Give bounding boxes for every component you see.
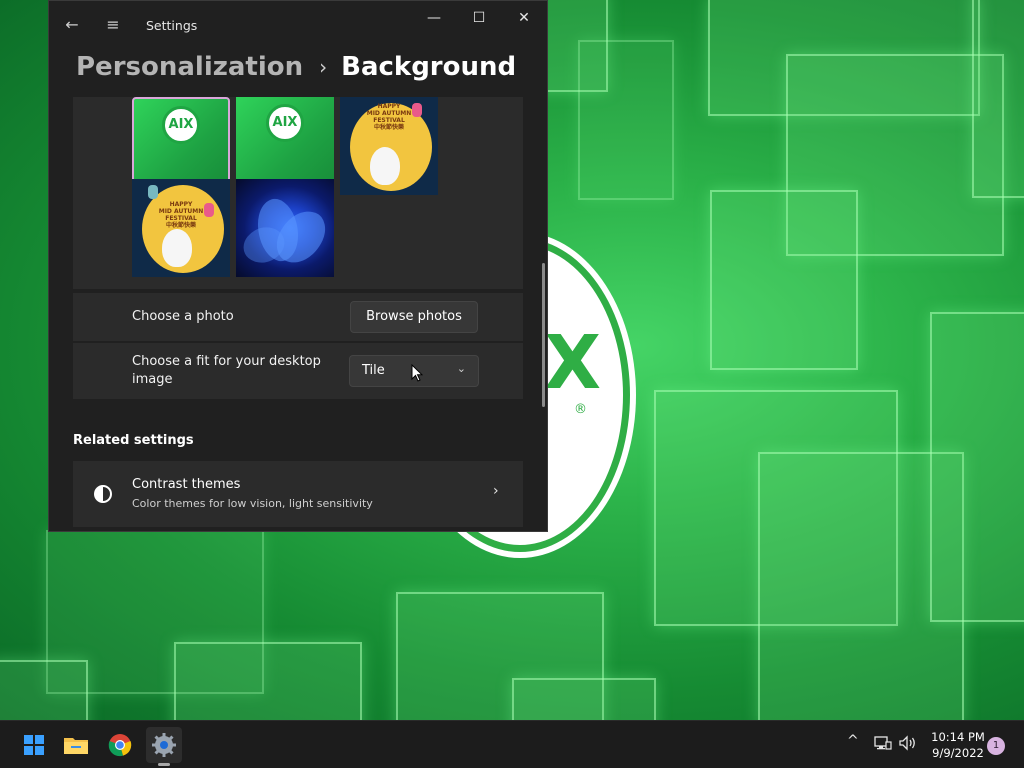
window-title: Settings [146, 18, 198, 33]
choose-fit-label-line: image [132, 372, 173, 387]
lantern-icon [204, 203, 214, 217]
related-settings-heading: Related settings [73, 433, 194, 448]
chrome-icon [108, 734, 132, 757]
choose-fit-row: Choose a fit for your desktop image Tile… [73, 343, 523, 399]
clock-date: 9/9/2022 [932, 746, 984, 760]
settings-taskbar-button[interactable] [146, 727, 182, 763]
wallpaper-logo-registered: ® [574, 402, 587, 417]
moon-text: MID AUTUMN [366, 110, 412, 117]
choose-fit-label: Choose a fit for your desktop image [132, 353, 321, 389]
windows-logo-icon [24, 735, 44, 755]
moon-text: MID AUTUMN [158, 208, 204, 215]
lantern-icon [148, 185, 158, 199]
chrome-button[interactable] [102, 727, 138, 763]
maximize-icon[interactable]: ☐ [456, 5, 502, 31]
breadcrumb: Personalization › Background [76, 47, 516, 87]
moon-text: FESTIVAL [165, 215, 197, 222]
page-title: Background [341, 52, 517, 82]
moon-text: FESTIVAL [373, 117, 405, 124]
wallpaper-square [972, 0, 1024, 198]
scrollbar-thumb[interactable] [542, 263, 545, 407]
rabbit-image [370, 147, 400, 185]
folder-icon [64, 738, 88, 754]
breadcrumb-parent-link[interactable]: Personalization [76, 52, 303, 82]
hamburger-menu-icon[interactable]: ≡ [101, 13, 125, 37]
wallpaper-square [710, 190, 858, 370]
chevron-right-icon: › [493, 483, 499, 499]
rabbit-image [162, 229, 192, 267]
gear-icon [152, 733, 176, 757]
wallpaper-square [512, 678, 656, 720]
moon-text: 中秋節快樂 [373, 124, 404, 131]
recent-image-mid-autumn-1[interactable]: HAPPY MID AUTUMN FESTIVAL 中秋節快樂 [340, 97, 438, 195]
moon-text: 中秋節快樂 [165, 222, 196, 229]
mouse-cursor-icon [411, 364, 423, 382]
wallpaper-square [0, 660, 88, 720]
wallpaper-square [930, 312, 1024, 622]
aix-logo: AIX [266, 104, 304, 142]
browse-photos-button[interactable]: Browse photos [350, 301, 478, 333]
active-app-indicator [158, 763, 170, 766]
wallpaper-square [578, 40, 674, 200]
contrast-themes-link[interactable]: Contrast themes Color themes for low vis… [73, 461, 523, 527]
choose-photo-row: Choose a photo Browse photos [73, 293, 523, 341]
breadcrumb-separator-icon: › [319, 55, 328, 79]
contrast-themes-title: Contrast themes [132, 477, 241, 492]
show-hidden-icons-chevron-icon[interactable]: ^ [847, 733, 859, 749]
moon-text: HAPPY [377, 103, 401, 110]
lantern-icon [412, 103, 422, 117]
settings-window: ← ≡ Settings — ☐ ✕ Personalization › Bac… [48, 0, 548, 532]
wallpaper-logo-letter: X [544, 320, 602, 406]
recent-image-mid-autumn-2[interactable]: HAPPY MID AUTUMN FESTIVAL 中秋節快樂 [132, 179, 230, 277]
notification-badge[interactable]: 1 [987, 737, 1005, 755]
back-arrow-icon[interactable]: ← [60, 13, 84, 37]
choose-photo-label: Choose a photo [132, 309, 234, 324]
fit-dropdown-value: Tile [362, 363, 385, 378]
network-icon[interactable] [874, 735, 892, 751]
taskbar: ^ 10:14 PM 9/9/2022 1 [0, 720, 1024, 768]
choose-fit-label-line: Choose a fit for your desktop [132, 354, 321, 369]
contrast-themes-subtitle: Color themes for low vision, light sensi… [132, 497, 373, 510]
moon-text: HAPPY [169, 201, 193, 208]
recent-image-windows-bloom[interactable] [236, 179, 334, 277]
close-icon[interactable]: ✕ [501, 5, 547, 31]
file-explorer-button[interactable] [58, 727, 94, 763]
chevron-down-icon: ⌄ [456, 362, 466, 375]
recent-images-card: AIX AIX HAPPY MID AUTUMN FESTIVAL 中秋節快樂 … [73, 97, 523, 289]
contrast-icon [94, 485, 112, 503]
clock[interactable]: 10:14 PM 9/9/2022 [926, 729, 990, 761]
volume-icon[interactable] [898, 735, 918, 751]
title-bar[interactable]: ← ≡ Settings — ☐ ✕ [49, 1, 547, 49]
minimize-icon[interactable]: — [411, 5, 457, 31]
settings-content[interactable]: AIX AIX HAPPY MID AUTUMN FESTIVAL 中秋節快樂 … [49, 97, 545, 531]
clock-time: 10:14 PM [931, 730, 985, 744]
aix-logo: AIX [162, 106, 200, 144]
start-button[interactable] [16, 727, 52, 763]
